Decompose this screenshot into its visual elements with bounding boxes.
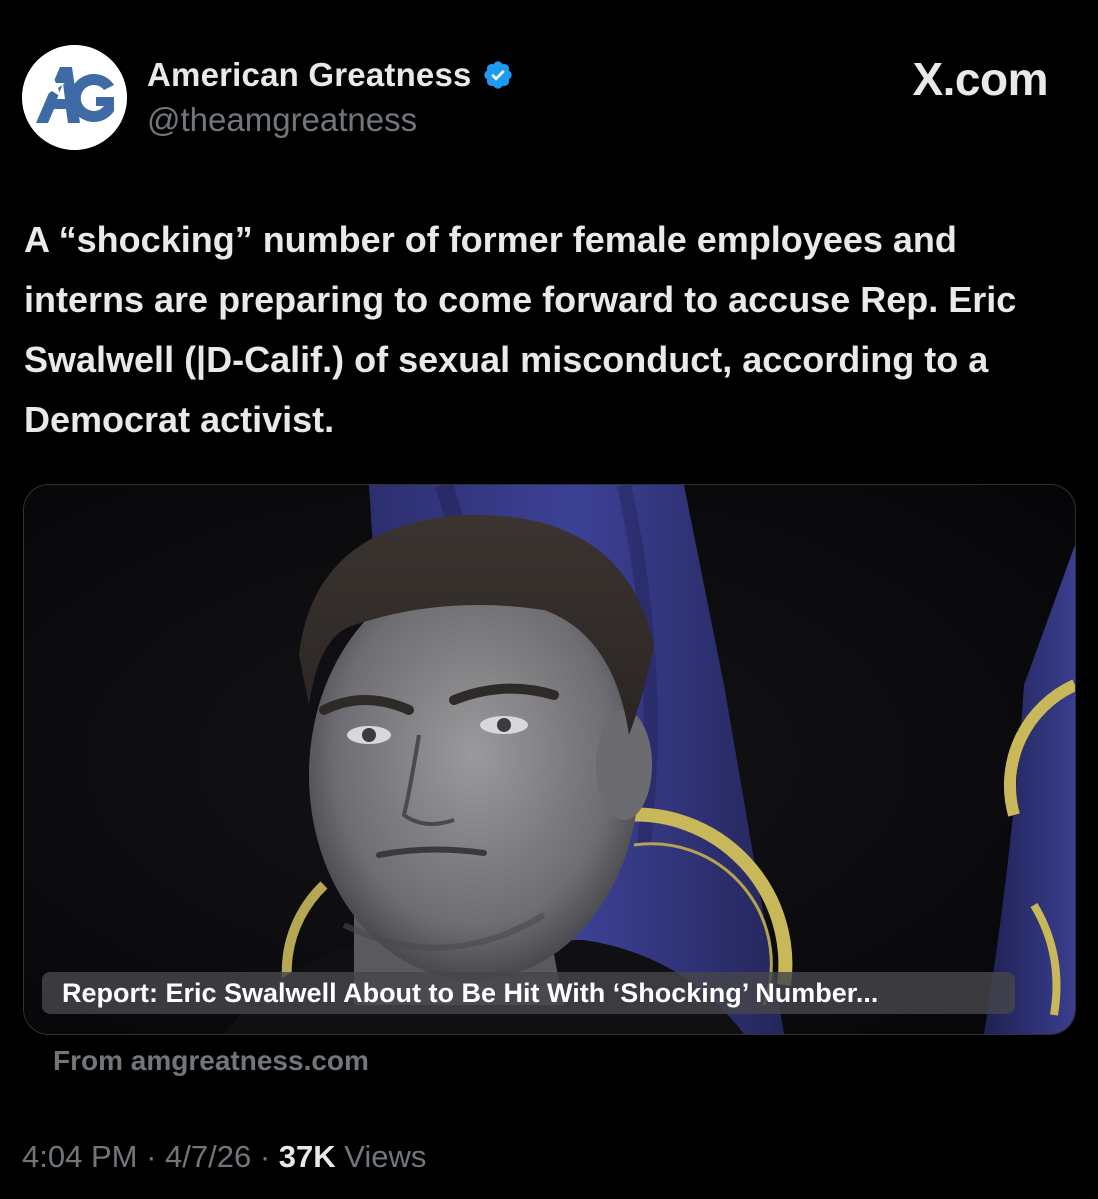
link-card[interactable]: [23, 484, 1076, 1035]
meta-separator: ·: [137, 1139, 166, 1174]
post-date[interactable]: 4/7/26: [165, 1139, 251, 1174]
avatar[interactable]: [22, 45, 127, 150]
post-time[interactable]: 4:04 PM: [22, 1139, 137, 1174]
american-greatness-logo: [22, 45, 127, 150]
views-count[interactable]: 37K: [279, 1139, 336, 1174]
author-handle[interactable]: @theamgreatness: [147, 101, 417, 139]
author-display-name[interactable]: American Greatness: [147, 56, 472, 94]
author-name-row: American Greatness: [147, 56, 514, 94]
meta-separator: ·: [251, 1139, 279, 1174]
link-card-title[interactable]: Report: Eric Swalwell About to Be Hit Wi…: [42, 972, 1015, 1014]
site-watermark: X.com: [912, 53, 1048, 105]
card-image: [24, 485, 1075, 1034]
verified-badge-icon: [483, 61, 512, 89]
post-meta: 4:04 PM · 4/7/26 · 37K Views: [22, 1139, 426, 1175]
post-text: A “shocking” number of former female emp…: [24, 219, 1017, 440]
link-card-source[interactable]: From amgreatness.com: [53, 1045, 369, 1077]
views-label: Views: [335, 1139, 427, 1174]
